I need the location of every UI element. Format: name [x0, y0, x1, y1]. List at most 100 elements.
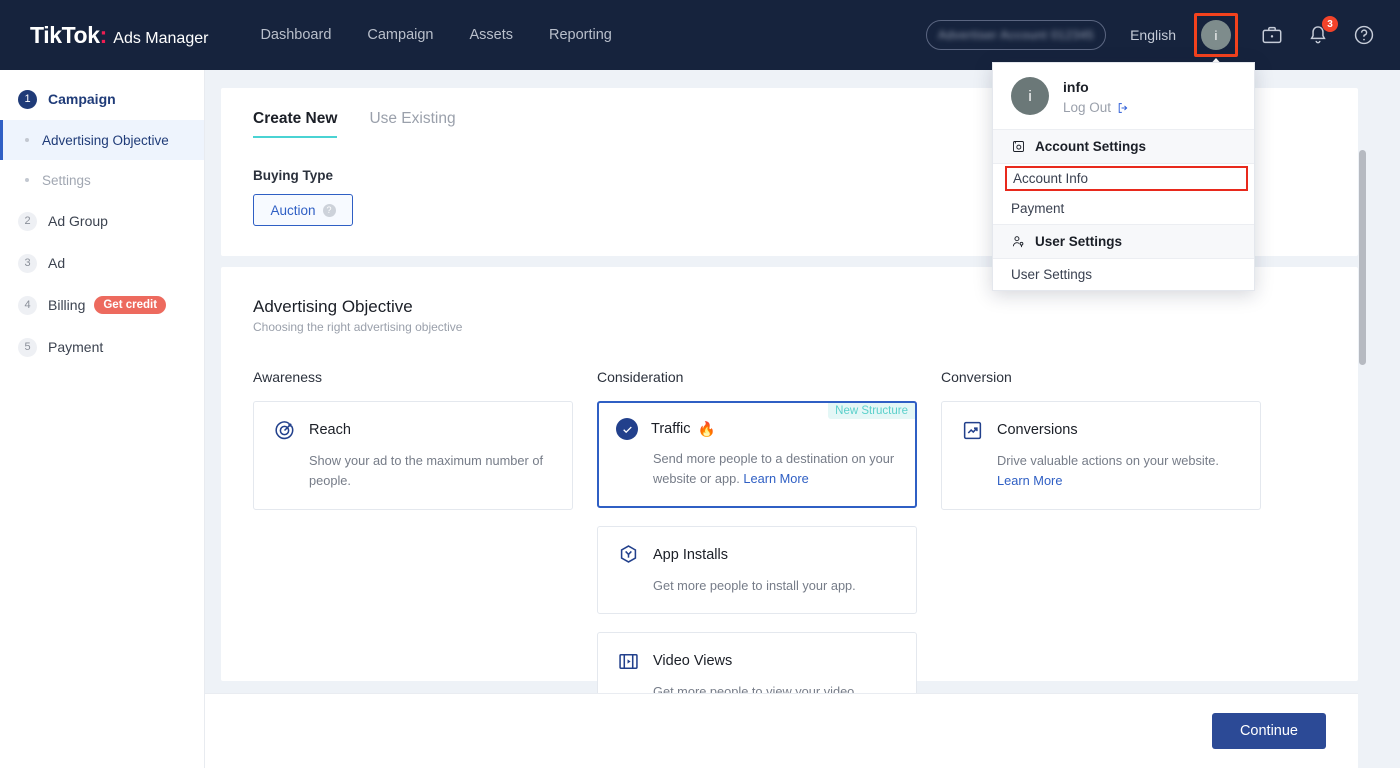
account-settings-icon — [1013, 141, 1024, 152]
objective-traffic-label: Traffic — [651, 421, 691, 437]
new-structure-badge: New Structure — [828, 403, 915, 419]
objective-reach-head: Reach — [272, 418, 554, 442]
logout-button[interactable]: Log Out — [1063, 100, 1130, 115]
column-conversion-header: Conversion — [941, 369, 1012, 385]
objective-card-conversions[interactable]: Conversions Drive valuable actions on yo… — [941, 401, 1261, 510]
target-arrow-icon — [272, 418, 296, 442]
objective-video-views-head: Video Views — [616, 649, 898, 673]
sidebar-step-ad-group-label: Ad Group — [48, 213, 108, 229]
get-credit-badge[interactable]: Get credit — [94, 296, 167, 314]
step-number-1: 1 — [18, 89, 37, 109]
objective-traffic-title: Traffic 🔥 — [651, 421, 716, 438]
buying-type-auction-button[interactable]: Auction ? — [253, 194, 353, 226]
dropdown-section-account-label: Account Settings — [1035, 139, 1147, 154]
objective-card-traffic[interactable]: New Structure Traffic 🔥 Send more people… — [597, 401, 917, 508]
trend-up-square-icon — [960, 418, 984, 442]
dropdown-section-user-settings: User Settings — [993, 224, 1254, 259]
notifications-bell-icon[interactable]: 3 — [1306, 16, 1338, 47]
objective-app-installs-title: App Installs — [653, 546, 728, 563]
avatar[interactable]: i — [1201, 20, 1231, 50]
column-consideration-header: Consideration — [597, 369, 684, 385]
continue-button[interactable]: Continue — [1211, 713, 1326, 749]
logout-icon — [1118, 102, 1128, 113]
column-awareness: Awareness Reach Show your ad to the maxi… — [253, 369, 573, 739]
dropdown-item-account-info[interactable]: Account Info — [1005, 166, 1248, 191]
help-icon[interactable] — [1352, 23, 1376, 47]
hexagon-y-icon — [616, 543, 640, 567]
check-circle-icon — [616, 418, 638, 440]
sidebar-item-settings[interactable]: Settings — [0, 160, 204, 200]
bullet-dot-icon — [25, 138, 29, 142]
brand-logo[interactable]: TikTok: Ads Manager — [30, 22, 208, 49]
objective-conversions-title: Conversions — [997, 422, 1078, 438]
sidebar-item-settings-label: Settings — [42, 172, 91, 188]
objective-conversions-desc: Drive valuable actions on your website. — [997, 453, 1219, 468]
objective-video-views-title: Video Views — [653, 653, 733, 670]
brand-colon: : — [99, 21, 108, 48]
notification-badge: 3 — [1322, 16, 1338, 32]
dropdown-user-name: info — [1063, 79, 1089, 95]
objective-conversions-learn-more[interactable]: Learn More — [997, 473, 1062, 488]
nav-item-reporting[interactable]: Reporting — [549, 27, 612, 43]
objective-app-installs-head: App Installs — [616, 543, 898, 567]
tab-create-new[interactable]: Create New — [253, 110, 338, 138]
film-strip-icon — [616, 649, 640, 673]
dropdown-avatar: i — [1011, 77, 1049, 115]
objective-traffic-learn-more[interactable]: Learn More — [743, 471, 808, 486]
objective-reach-title: Reach — [309, 422, 351, 438]
nav-item-dashboard[interactable]: Dashboard — [260, 27, 331, 43]
column-consideration: Consideration New Structure Traffic 🔥 Se… — [597, 369, 917, 739]
objective-conversions-desc-wrap: Drive valuable actions on your website. … — [997, 451, 1242, 491]
content-scrollbar[interactable] — [1359, 150, 1366, 768]
brand-subtitle: Ads Manager — [113, 29, 209, 47]
objective-card-app-installs[interactable]: App Installs Get more people to install … — [597, 525, 917, 615]
objective-traffic-head: Traffic 🔥 — [616, 418, 898, 440]
sidebar-item-advertising-objective[interactable]: Advertising Objective — [0, 120, 204, 160]
top-header: TikTok: Ads Manager Dashboard Campaign A… — [0, 0, 1400, 70]
sidebar-step-campaign[interactable]: 1 Campaign — [0, 78, 204, 120]
footer-bar: Continue — [205, 693, 1358, 768]
nav-item-assets[interactable]: Assets — [469, 27, 513, 43]
buying-type-auction-label: Auction — [270, 202, 316, 218]
dropdown-item-account-info-label: Account Info — [1013, 171, 1089, 186]
main-nav: Dashboard Campaign Assets Reporting — [260, 27, 611, 43]
language-selector[interactable]: English — [1130, 27, 1176, 43]
dropdown-item-payment-label: Payment — [1011, 201, 1065, 216]
fire-emoji-icon: 🔥 — [697, 421, 716, 438]
account-dropdown-menu: i info Log Out Account Settings Account … — [992, 62, 1255, 291]
objective-reach-desc: Show your ad to the maximum number of pe… — [309, 453, 544, 488]
step-sidebar: 1 Campaign Advertising Objective Setting… — [0, 70, 205, 768]
dropdown-item-user-settings-label: User Settings — [1011, 267, 1093, 282]
dropdown-item-user-settings[interactable]: User Settings — [993, 259, 1254, 290]
nav-item-campaign[interactable]: Campaign — [367, 27, 433, 43]
user-settings-icon — [1012, 236, 1024, 248]
sidebar-step-billing[interactable]: 4 Billing Get credit — [0, 284, 204, 326]
objective-app-installs-desc: Get more people to install your app. — [653, 577, 856, 593]
step-number-4: 4 — [18, 295, 37, 315]
dropdown-user-text: info Log Out — [1063, 77, 1130, 115]
briefcase-icon[interactable] — [1260, 23, 1284, 47]
sidebar-step-ad[interactable]: 3 Ad — [0, 242, 204, 284]
dropdown-section-account-settings: Account Settings — [993, 129, 1254, 164]
objective-conversions-head: Conversions — [960, 418, 1242, 442]
logout-label: Log Out — [1063, 100, 1112, 115]
advertising-objective-card: Advertising Objective Choosing the right… — [221, 267, 1358, 722]
tab-use-existing[interactable]: Use Existing — [369, 110, 455, 138]
scrollbar-thumb[interactable] — [1359, 150, 1366, 365]
brand-name: TikTok — [30, 21, 100, 48]
page-subtitle: Choosing the right advertising objective — [253, 320, 463, 334]
avatar-container: i — [1194, 13, 1238, 68]
step-number-2: 2 — [18, 211, 37, 231]
dropdown-item-payment[interactable]: Payment — [993, 193, 1254, 224]
sidebar-step-payment[interactable]: 5 Payment — [0, 326, 204, 368]
sidebar-step-campaign-label: Campaign — [48, 91, 116, 107]
sidebar-step-ad-group[interactable]: 2 Ad Group — [0, 200, 204, 242]
account-selector[interactable]: Advertiser Account 012345 — [926, 20, 1107, 50]
objective-card-reach[interactable]: Reach Show your ad to the maximum number… — [253, 401, 573, 510]
sidebar-step-ad-label: Ad — [48, 255, 66, 271]
sidebar-step-payment-label: Payment — [48, 339, 104, 355]
sidebar-step-billing-label: Billing — [48, 297, 86, 313]
app-root: TikTok: Ads Manager Dashboard Campaign A… — [0, 0, 1400, 768]
column-conversion: Conversion Conversions Drive valuable ac… — [941, 369, 1261, 739]
help-tooltip-icon[interactable]: ? — [322, 203, 336, 217]
